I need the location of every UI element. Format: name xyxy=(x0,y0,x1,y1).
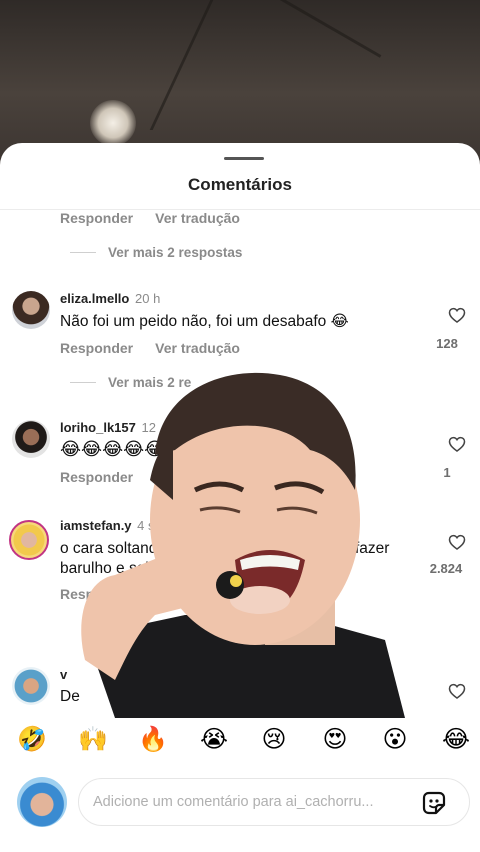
username-label: eliza.lmello xyxy=(60,291,130,306)
avatar[interactable] xyxy=(9,520,49,560)
translate-button[interactable]: Ver tradução xyxy=(155,210,240,226)
emoji-crying[interactable]: 😭 xyxy=(199,724,229,754)
emoji-rofl[interactable]: 🤣 xyxy=(17,724,47,754)
ceiling-beam xyxy=(149,0,371,130)
emoji-heart-eyes[interactable]: 😍 xyxy=(320,724,350,754)
reply-button[interactable]: Responder xyxy=(60,340,133,356)
drag-handle[interactable] xyxy=(224,157,264,160)
like-count: 128 xyxy=(436,336,458,351)
heart-icon[interactable] xyxy=(447,434,467,454)
comment-input[interactable]: Adicione um comentário para ai_cachorru.… xyxy=(78,778,470,826)
avatar[interactable] xyxy=(12,291,50,329)
avatar[interactable] xyxy=(12,420,50,458)
comment-actions: Responder Ver tradução xyxy=(60,210,240,226)
comment-timestamp: 20 h xyxy=(135,291,161,306)
heart-icon[interactable] xyxy=(447,532,467,552)
emoji-raised-hands[interactable]: 🙌 xyxy=(78,724,108,754)
emoji-surprised[interactable]: 😮 xyxy=(380,724,410,754)
comment-input-placeholder: Adicione um comentário para ai_cachorru.… xyxy=(93,794,374,810)
heart-icon[interactable] xyxy=(447,681,467,701)
comment-username[interactable]: eliza.lmello 20 h xyxy=(60,291,160,306)
emoji-reaction-bar: 🤣 🙌 🔥 😭 😢 😍 😮 😂 xyxy=(0,724,480,766)
avatar[interactable] xyxy=(12,667,50,705)
like-count: 2.824 xyxy=(429,561,463,576)
ceiling-lamp xyxy=(90,100,136,146)
avatar xyxy=(17,777,67,827)
view-more-replies-label: Ver mais 2 respostas xyxy=(108,245,243,260)
comment-text: Não foi um peido não, foi um desabafo 😂 xyxy=(60,313,349,330)
view-more-replies[interactable]: Ver mais 2 respostas xyxy=(70,245,242,260)
comment-composer: Adicione um comentário para ai_cachorru.… xyxy=(0,770,480,830)
divider xyxy=(70,252,96,253)
like-count: 1 xyxy=(443,465,451,480)
emoji-tears-of-joy[interactable]: 😂 xyxy=(441,724,471,754)
emoji-fire[interactable]: 🔥 xyxy=(138,724,168,754)
comment-actions: Responder Ver tradução xyxy=(60,340,240,356)
sticker-icon[interactable] xyxy=(420,789,448,817)
reply-button[interactable]: Responder xyxy=(60,210,133,226)
heart-icon[interactable] xyxy=(447,305,467,325)
laughing-person-sticker xyxy=(81,372,405,718)
translate-button[interactable]: Ver tradução xyxy=(155,340,240,356)
emoji-sad-tear[interactable]: 😢 xyxy=(259,724,289,754)
sheet-title: Comentários xyxy=(188,175,292,194)
